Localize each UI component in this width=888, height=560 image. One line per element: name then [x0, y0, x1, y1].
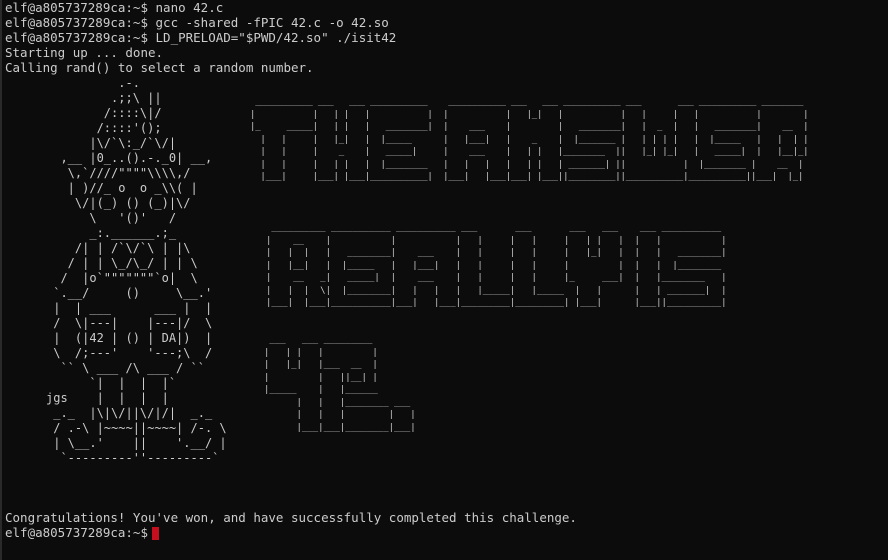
- terminal-line-calling-rand: Calling rand() to select a random number…: [5, 60, 314, 75]
- banner-42: ___ ___ _________ | | | | | | |_| |___ _…: [264, 335, 416, 433]
- banner-really-is: __________ ___________ ___________ ___ _…: [266, 223, 727, 308]
- terminal-window[interactable]: elf@a805737289ca:~$ nano 42.c elf@a80573…: [0, 0, 888, 560]
- elf-ascii-art: .-. .;;\ || /::::\|/ /::::'(); |\/`\:_/`…: [46, 76, 227, 465]
- text-cursor: [152, 527, 159, 540]
- banner-the-answer: ___________ ___ ___ ___________ ________…: [250, 97, 809, 182]
- terminal-line-ld-preload: elf@a805737289ca:~$ LD_PRELOAD="$PWD/42.…: [5, 30, 397, 45]
- terminal-line-gcc: elf@a805737289ca:~$ gcc -shared -fPIC 42…: [5, 15, 389, 30]
- command-prompt[interactable]: elf@a805737289ca:~$: [5, 525, 156, 540]
- terminal-line-starting: Starting up ... done.: [5, 45, 164, 60]
- terminal-line-nano: elf@a805737289ca:~$ nano 42.c: [5, 0, 224, 15]
- congratulations-message: Congratulations! You've won, and have su…: [5, 510, 577, 525]
